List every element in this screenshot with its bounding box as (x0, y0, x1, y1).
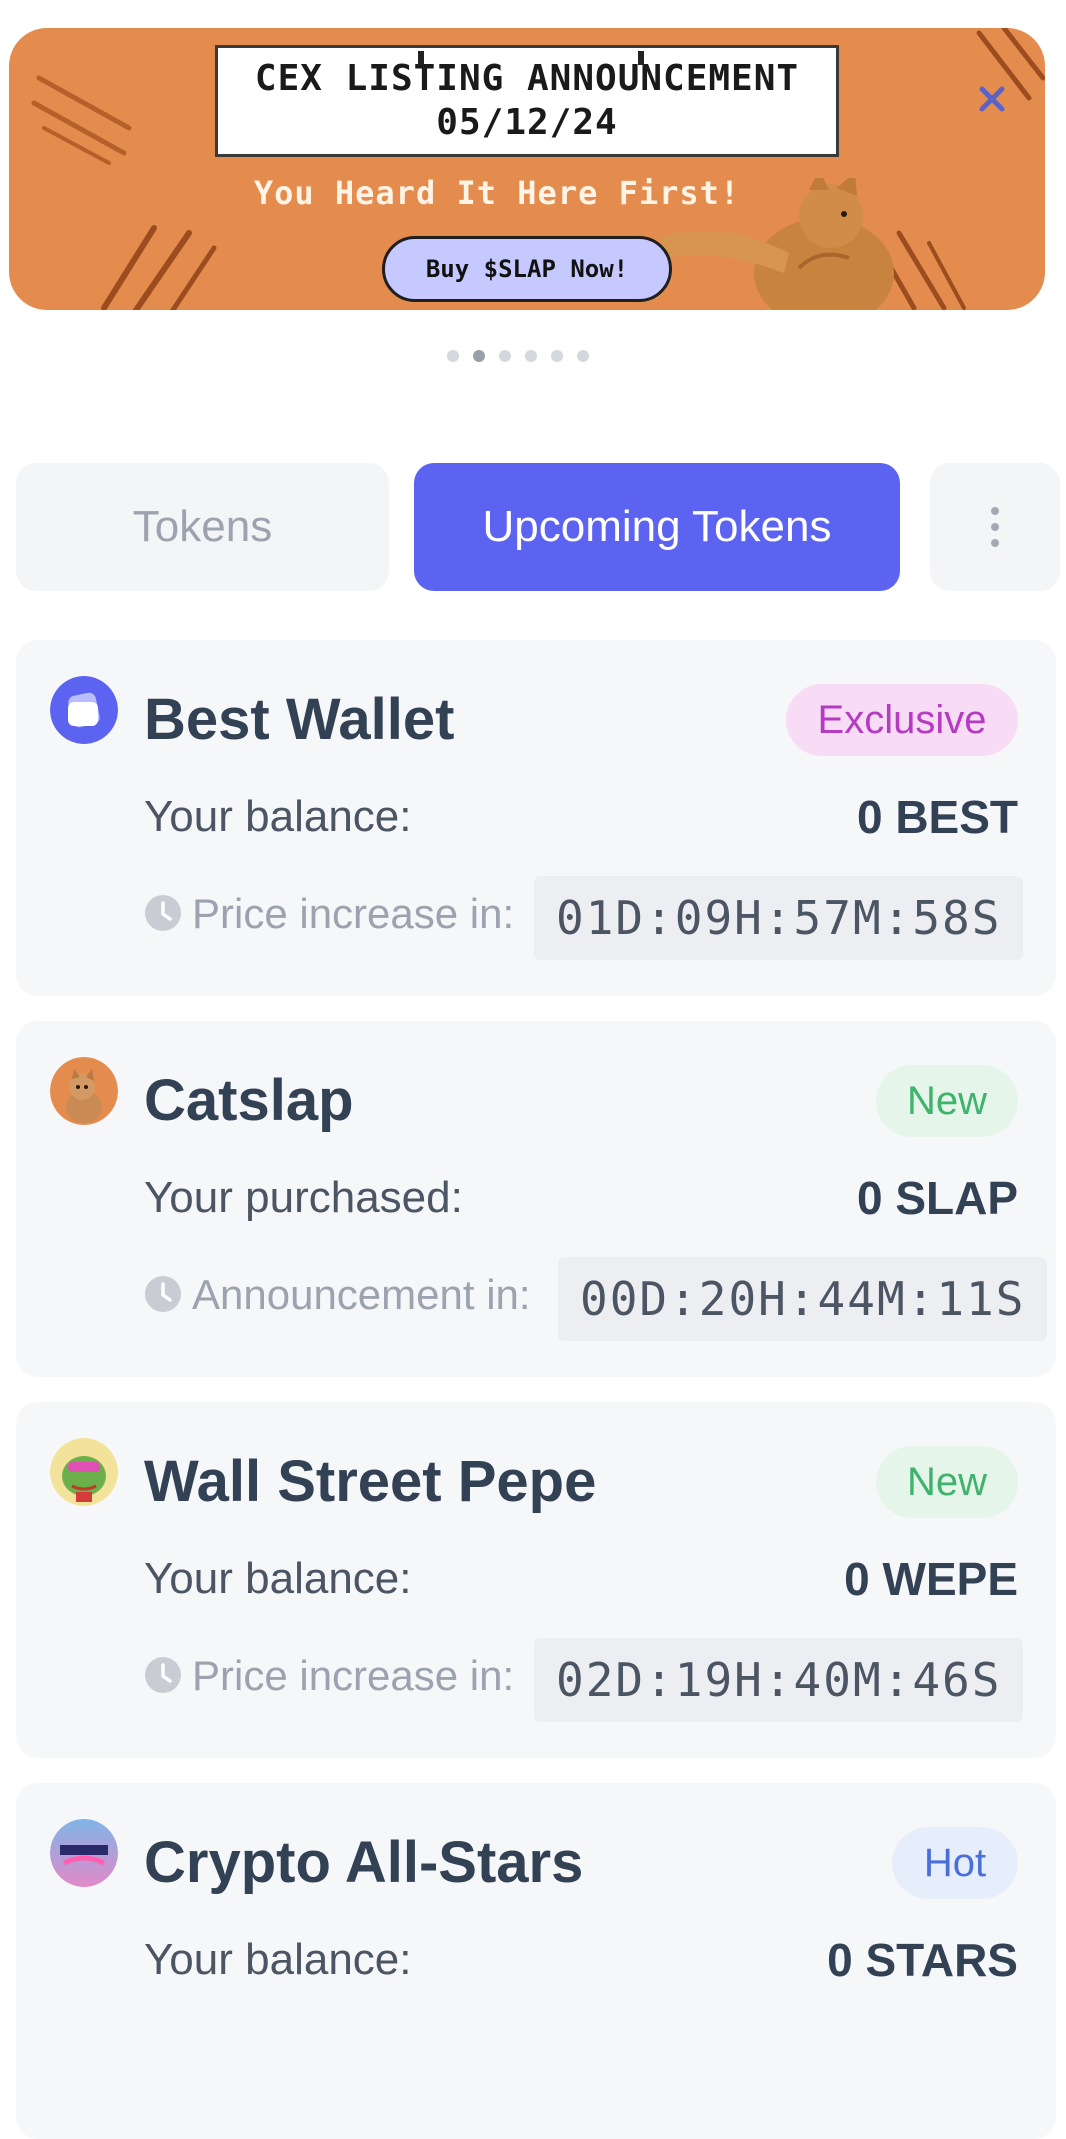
purchased-label: Your purchased: (144, 1173, 463, 1222)
pin-icon (638, 51, 644, 65)
carousel-dot[interactable] (447, 350, 459, 362)
status-badge: Exclusive (786, 684, 1018, 756)
timer-label: Price increase in: (192, 890, 515, 937)
promo-banner[interactable]: CEX LISTING ANNOUNCEMENT 05/12/24 You He… (9, 28, 1045, 310)
timer-label: Announcement in: (192, 1271, 531, 1318)
token-card-crypto-all-stars[interactable]: Crypto All-Stars Hot Your balance: 0 STA… (16, 1783, 1056, 2139)
carousel-dot[interactable] (577, 350, 589, 362)
cat-illustration-icon (659, 178, 894, 310)
token-card-wall-street-pepe[interactable]: Wall Street Pepe New Your balance: 0 WEP… (16, 1402, 1056, 1758)
crypto-all-stars-logo-icon (50, 1819, 118, 1887)
wall-street-pepe-logo-icon (50, 1438, 118, 1506)
carousel-dot[interactable] (551, 350, 563, 362)
balance-value: 0 BEST (856, 791, 1018, 843)
status-badge: New (876, 1446, 1018, 1518)
catslap-logo-icon (50, 1057, 118, 1125)
close-icon (979, 86, 1005, 112)
carousel-dot[interactable] (499, 350, 511, 362)
countdown-timer: 00D:20H:44M:11S (558, 1257, 1048, 1341)
announcement-title: CEX LISTING ANNOUNCEMENT (254, 58, 800, 99)
purchased-value: 0 SLAP (856, 1172, 1018, 1224)
countdown-timer: 01D:09H:57M:58S (534, 876, 1024, 960)
tab-tokens[interactable]: Tokens (16, 463, 389, 591)
token-card-best-wallet[interactable]: Best Wallet Exclusive Your balance: 0 BE… (16, 640, 1056, 996)
timer-label: Price increase in: (192, 1652, 515, 1699)
announcement-date: 05/12/24 (436, 102, 618, 143)
carousel-dot-active[interactable] (473, 350, 485, 362)
countdown-timer: 02D:19H:40M:46S (534, 1638, 1024, 1722)
balance-label: Your balance: (144, 1554, 412, 1603)
balance-value: 0 STARS (827, 1934, 1018, 1986)
token-name: Best Wallet (144, 687, 455, 752)
balance-label: Your balance: (144, 1935, 412, 1984)
carousel-dot[interactable] (525, 350, 537, 362)
tab-upcoming-tokens[interactable]: Upcoming Tokens (414, 463, 900, 591)
pin-icon (418, 51, 424, 65)
clock-icon (145, 895, 181, 931)
carousel-dots (0, 350, 1066, 362)
clock-icon (145, 1276, 181, 1312)
best-wallet-logo-icon (50, 676, 118, 744)
token-name: Catslap (144, 1068, 354, 1133)
kebab-menu-icon (991, 507, 999, 547)
token-name: Crypto All-Stars (144, 1830, 584, 1895)
scratch-marks-icon (101, 225, 217, 310)
more-options-button[interactable] (930, 463, 1060, 591)
status-badge: Hot (892, 1827, 1018, 1899)
balance-value: 0 WEPE (844, 1553, 1018, 1605)
status-badge: New (876, 1065, 1018, 1137)
announcement-sign: CEX LISTING ANNOUNCEMENT 05/12/24 (215, 45, 839, 157)
clock-icon (145, 1657, 181, 1693)
buy-slap-button[interactable]: Buy $SLAP Now! (382, 236, 672, 302)
token-name: Wall Street Pepe (144, 1449, 597, 1514)
balance-label: Your balance: (144, 792, 412, 841)
scratch-marks-icon (31, 75, 132, 165)
banner-close-button[interactable] (967, 74, 1017, 124)
token-card-catslap[interactable]: Catslap New Your purchased: 0 SLAP Annou… (16, 1021, 1056, 1377)
